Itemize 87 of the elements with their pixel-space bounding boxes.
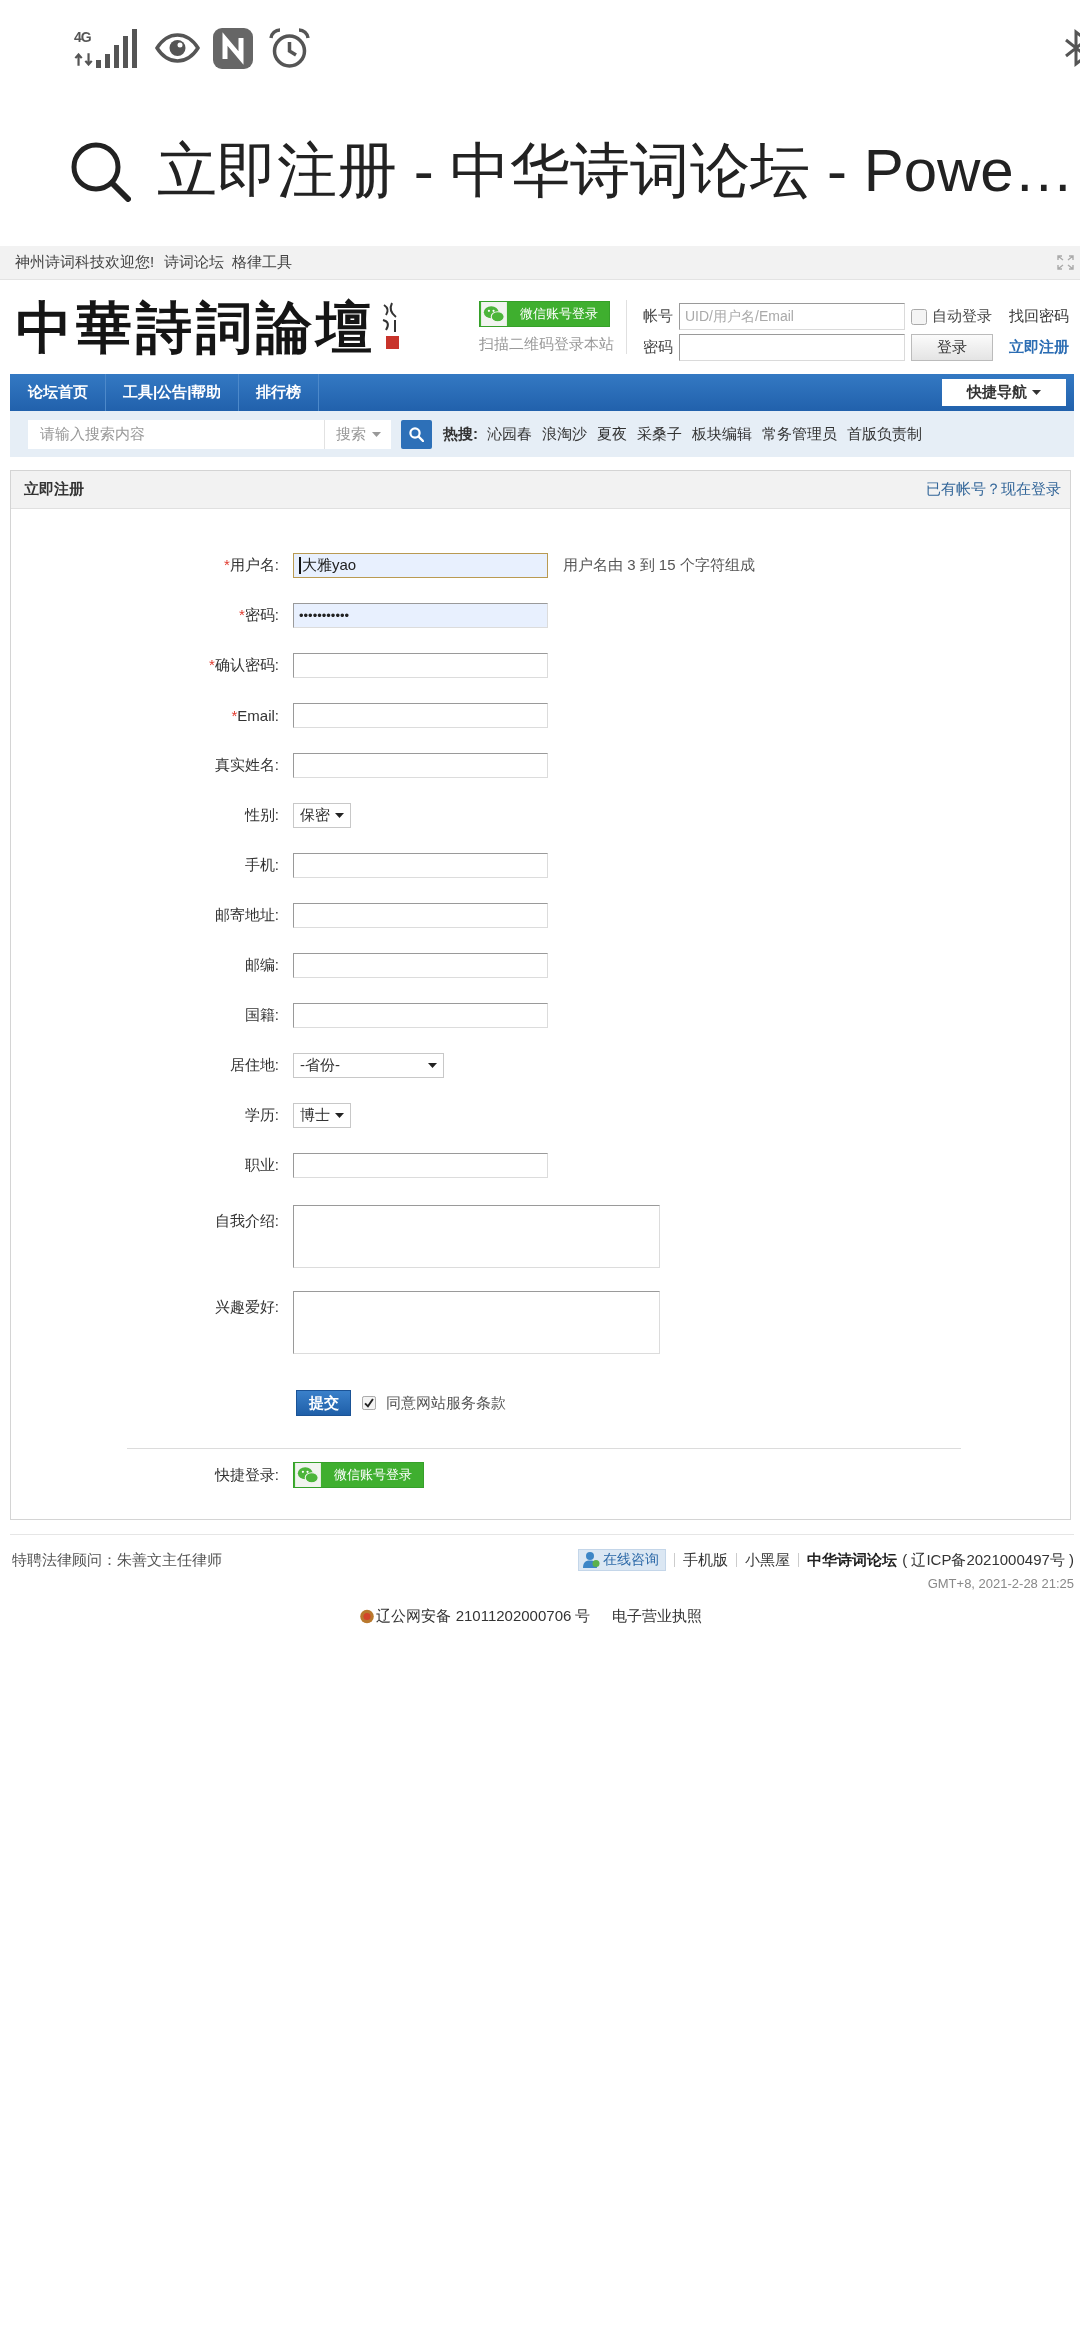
dropdown[interactable]: -省份- — [293, 1052, 444, 1078]
network-type-label: 4G — [74, 30, 91, 45]
caret-icon — [1032, 390, 1041, 395]
consult-button[interactable]: 在线咨询 — [578, 1549, 667, 1571]
caret-icon — [335, 1112, 344, 1118]
field-label: 兴趣爱好: — [214, 1298, 279, 1317]
police-badge-icon — [360, 1609, 375, 1624]
panel-title: 立即注册 — [24, 480, 84, 499]
auto-login-checkbox[interactable] — [911, 308, 927, 325]
forgot-password-link[interactable]: 找回密码 — [1009, 307, 1069, 326]
field-label: 手机: — [244, 855, 279, 875]
caret-icon — [371, 431, 381, 437]
field-label: *Email: — [231, 706, 279, 724]
input-field[interactable] — [293, 1002, 548, 1028]
input-field[interactable] — [293, 752, 548, 778]
input-field[interactable]: 大雅yao — [293, 552, 548, 578]
hot-search-link[interactable]: 夏夜 — [597, 424, 627, 444]
top-link[interactable]: 诗词论坛 — [164, 253, 225, 272]
field-label: 性别: — [244, 805, 279, 825]
field-label: 邮编: — [244, 955, 279, 975]
field-label: *用户名: — [224, 555, 279, 575]
page-title[interactable]: 立即注册 - 中华诗词论坛 - Powe… — [157, 138, 1074, 204]
quick-nav-button[interactable]: 快捷导航 — [942, 379, 1066, 406]
icp-record-text[interactable]: ( 辽ICP备2021000497号 ) — [902, 1550, 1074, 1570]
field-label: 居住地: — [229, 1055, 279, 1075]
hot-search-link[interactable]: 常务管理员 — [762, 424, 837, 444]
caret-icon — [335, 812, 344, 818]
field-label: 邮寄地址: — [214, 905, 279, 925]
agree-checkbox[interactable] — [362, 1396, 376, 1410]
search-icon — [409, 426, 424, 442]
register-link[interactable]: 立即注册 — [1009, 338, 1069, 357]
wechat-icon — [480, 301, 508, 326]
input-field[interactable] — [293, 1152, 548, 1178]
input-field[interactable] — [293, 702, 548, 728]
field-label: *确认密码: — [209, 655, 279, 675]
hot-search-link[interactable]: 浪淘沙 — [542, 424, 587, 444]
field-label: 真实姓名: — [214, 755, 279, 775]
police-record-link[interactable]: 辽公网安备 21011202000706 号 — [376, 1607, 591, 1626]
nfc-icon — [213, 27, 253, 69]
quick-login-label: 快捷登录: — [214, 1465, 279, 1485]
hot-search-link[interactable]: 板块编辑 — [692, 424, 752, 444]
welcome-text: 神州诗词科技欢迎您! — [15, 253, 155, 272]
text-cursor — [299, 556, 301, 574]
alarm-clock-icon — [269, 27, 310, 69]
field-hint: 用户名由 3 到 15 个字符组成 — [563, 555, 755, 575]
qr-login-hint: 扫描二维码登录本站 — [479, 334, 614, 354]
account-label: 帐号 — [643, 307, 673, 326]
field-label: *密码: — [239, 605, 279, 625]
agree-terms-label[interactable]: 同意网站服务条款 — [386, 1393, 506, 1413]
submit-button[interactable]: 提交 — [296, 1390, 351, 1416]
business-license-link[interactable]: 电子营业执照 — [611, 1607, 702, 1626]
password-field[interactable] — [679, 334, 905, 361]
input-field[interactable] — [293, 852, 548, 878]
password-field[interactable] — [293, 652, 548, 678]
dropdown[interactable]: 保密 — [293, 802, 351, 828]
expand-icon[interactable] — [1057, 255, 1074, 270]
person-icon — [582, 1551, 601, 1569]
search-button[interactable] — [401, 419, 432, 449]
hot-search-link[interactable]: 首版负责制 — [847, 424, 922, 444]
top-link[interactable]: 格律工具 — [232, 253, 293, 272]
hot-search-label: 热搜: — [443, 424, 478, 444]
footer-link[interactable]: 小黑屋 — [745, 1550, 791, 1570]
server-time-text: GMT+8, 2021-2-28 21:25 — [927, 1576, 1074, 1591]
search-icon[interactable] — [69, 140, 131, 202]
login-link[interactable]: 已有帐号？现在登录 — [926, 480, 1061, 499]
field-label: 职业: — [244, 1155, 279, 1175]
hot-search-link[interactable]: 采桑子 — [637, 424, 682, 444]
dropdown[interactable]: 博士 — [293, 1102, 351, 1128]
input-field[interactable] — [293, 952, 548, 978]
field-label: 学历: — [244, 1105, 279, 1125]
auto-login-label[interactable]: 自动登录 — [932, 307, 992, 326]
caret-icon — [428, 1062, 437, 1068]
data-arrows-icon — [74, 53, 94, 66]
signal-icon — [96, 28, 137, 68]
input-field[interactable] — [293, 902, 548, 928]
legal-counsel-text: 特聘法律顾问：朱善文主任律师 — [11, 1550, 222, 1570]
login-button[interactable]: 登录 — [911, 334, 993, 361]
site-logo[interactable]: 中華詩詞論壇 — [14, 292, 378, 362]
password-field[interactable]: ••••••••••• — [293, 602, 548, 628]
site-name-link[interactable]: 中华诗词论坛 — [807, 1550, 898, 1570]
field-label: 自我介绍: — [214, 1212, 279, 1231]
wechat-icon — [294, 1463, 322, 1487]
eye-icon — [155, 33, 200, 63]
field-label: 国籍: — [244, 1005, 279, 1025]
footer-link[interactable]: 手机版 — [683, 1550, 729, 1570]
hot-search-link[interactable]: 沁园春 — [487, 424, 532, 444]
password-label: 密码 — [643, 338, 673, 357]
